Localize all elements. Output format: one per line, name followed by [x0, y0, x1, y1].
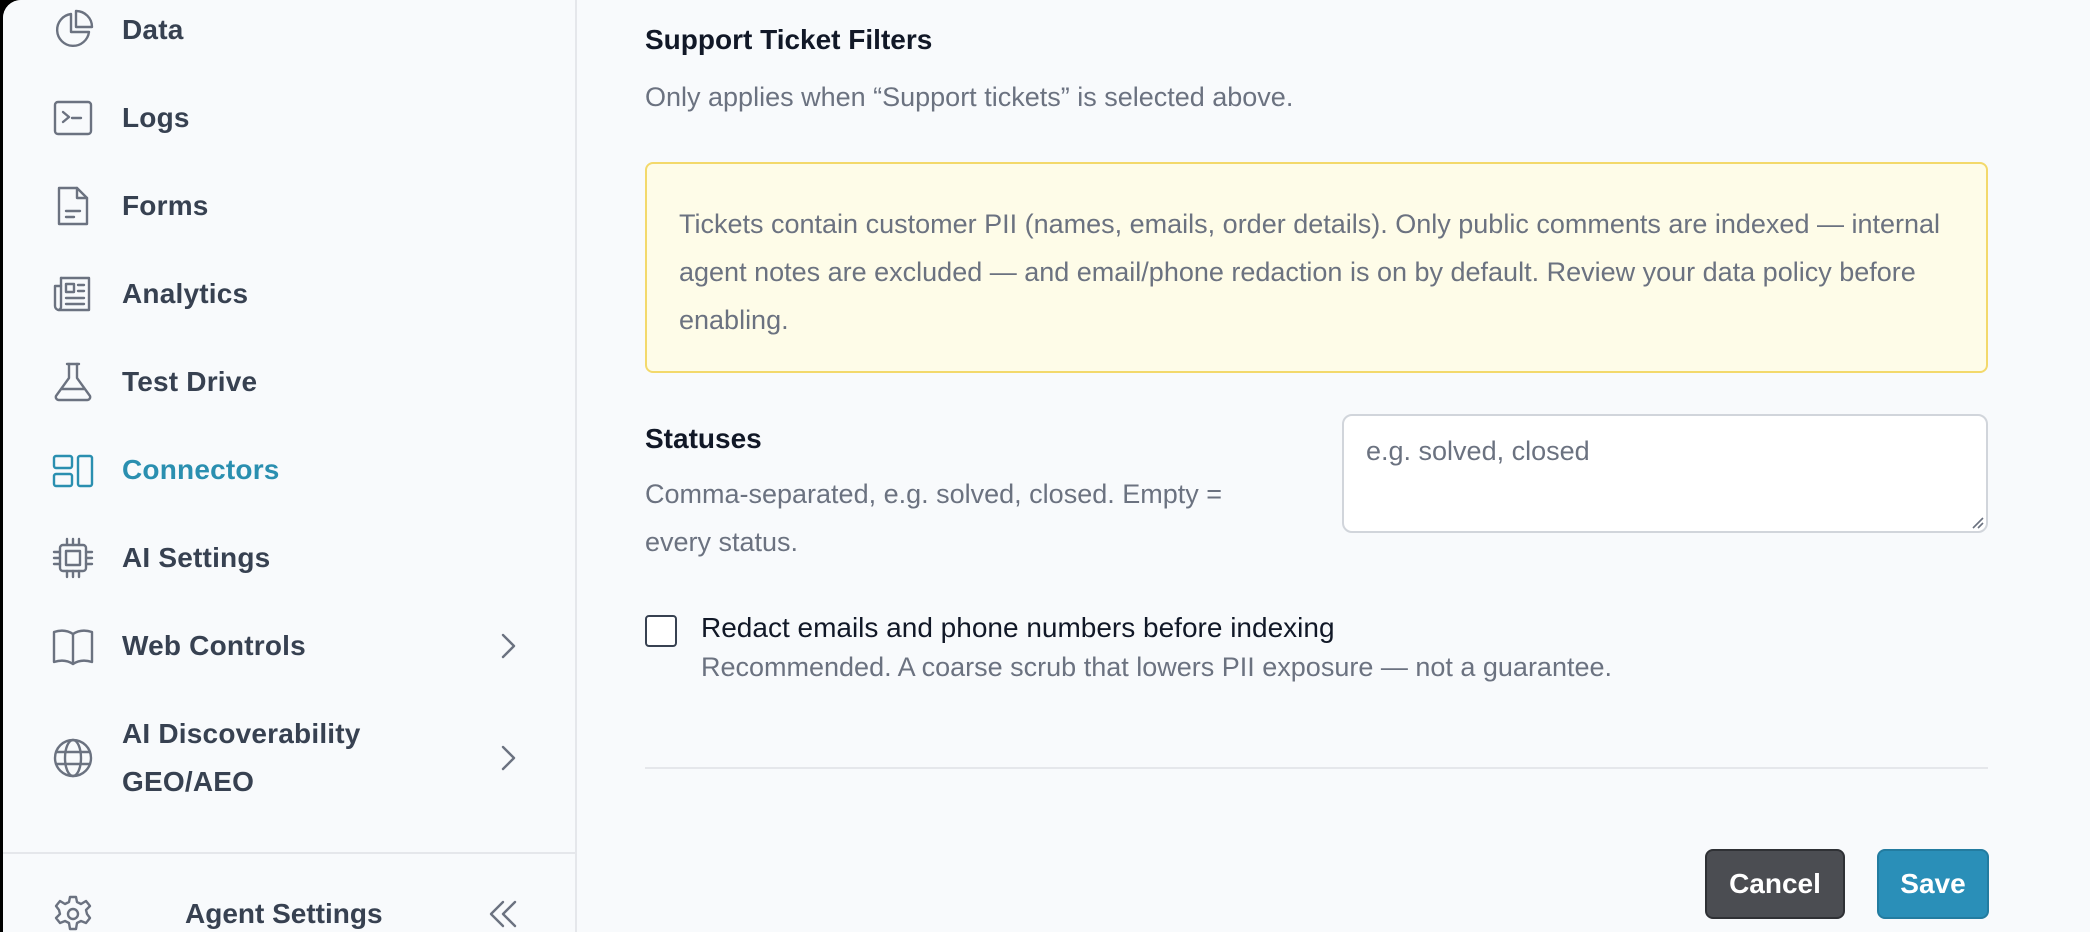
- save-button[interactable]: Save: [1877, 849, 1989, 919]
- sidebar-item-forms[interactable]: Forms: [3, 162, 577, 250]
- sidebar-item-connectors[interactable]: Connectors: [3, 426, 577, 514]
- chevron-right-icon: [493, 631, 523, 661]
- statuses-help: Comma-separated, e.g. solved, closed. Em…: [645, 479, 1223, 557]
- app-window: Data Logs Forms Analytics Test Drive Con…: [3, 0, 2090, 932]
- statuses-label: Statuses: [645, 423, 762, 454]
- document-icon: [51, 184, 95, 228]
- redact-label[interactable]: Redact emails and phone numbers before i…: [701, 612, 1335, 644]
- sidebar-item-analytics[interactable]: Analytics: [3, 250, 577, 338]
- resize-grip-icon[interactable]: [1970, 515, 1984, 529]
- sidebar: Data Logs Forms Analytics Test Drive Con…: [3, 0, 577, 932]
- pii-warning-callout: Tickets contain customer PII (names, ema…: [645, 162, 1988, 373]
- statuses-input[interactable]: [1342, 414, 1988, 533]
- redact-help: Recommended. A coarse scrub that lowers …: [701, 652, 1612, 682]
- book-icon: [51, 624, 95, 668]
- sidebar-item-label: Data: [122, 14, 184, 45]
- cpu-chip-icon: [51, 536, 95, 580]
- main-content: Support Ticket Filters Only applies when…: [578, 0, 2090, 932]
- warning-text: Tickets contain customer PII (names, ema…: [679, 209, 1941, 335]
- newspaper-icon: [51, 272, 95, 316]
- sidebar-item-label: Forms: [122, 190, 209, 221]
- redact-checkbox[interactable]: [645, 615, 677, 647]
- connectors-icon: [51, 448, 95, 492]
- cancel-button[interactable]: Cancel: [1705, 849, 1845, 919]
- sidebar-item-test-drive[interactable]: Test Drive: [3, 338, 577, 426]
- sidebar-item-label-line1: AI Discoverability: [122, 718, 361, 749]
- globe-icon: [51, 736, 95, 780]
- chevron-right-icon: [493, 743, 523, 773]
- beaker-icon: [51, 360, 95, 404]
- sidebar-item-label: AI Discoverability GEO/AEO: [122, 710, 361, 806]
- sidebar-item-label-line2: GEO/AEO: [122, 766, 255, 797]
- sidebar-footer: Agent Settings: [3, 852, 577, 932]
- pie-chart-icon: [51, 8, 95, 52]
- sidebar-item-logs[interactable]: Logs: [3, 74, 577, 162]
- sidebar-item-label: Connectors: [122, 454, 280, 485]
- section-title: Support Ticket Filters: [645, 24, 933, 55]
- sidebar-item-ai-settings[interactable]: AI Settings: [3, 514, 577, 602]
- sidebar-item-label: Web Controls: [122, 630, 306, 661]
- sidebar-item-label: Test Drive: [122, 366, 258, 397]
- terminal-icon: [51, 96, 95, 140]
- collapse-sidebar-icon[interactable]: [485, 898, 521, 932]
- agent-settings-label[interactable]: Agent Settings: [185, 898, 383, 930]
- sidebar-item-web-controls[interactable]: Web Controls: [3, 602, 577, 690]
- sidebar-item-label: AI Settings: [122, 542, 271, 573]
- section-description: Only applies when “Support tickets” is s…: [645, 82, 1294, 112]
- sidebar-item-label: Logs: [122, 102, 190, 133]
- divider: [645, 767, 1988, 769]
- gear-icon[interactable]: [53, 894, 93, 932]
- sidebar-item-label: Analytics: [122, 278, 249, 309]
- sidebar-item-ai-discoverability[interactable]: AI Discoverability GEO/AEO: [3, 710, 577, 806]
- sidebar-item-data[interactable]: Data: [3, 0, 577, 74]
